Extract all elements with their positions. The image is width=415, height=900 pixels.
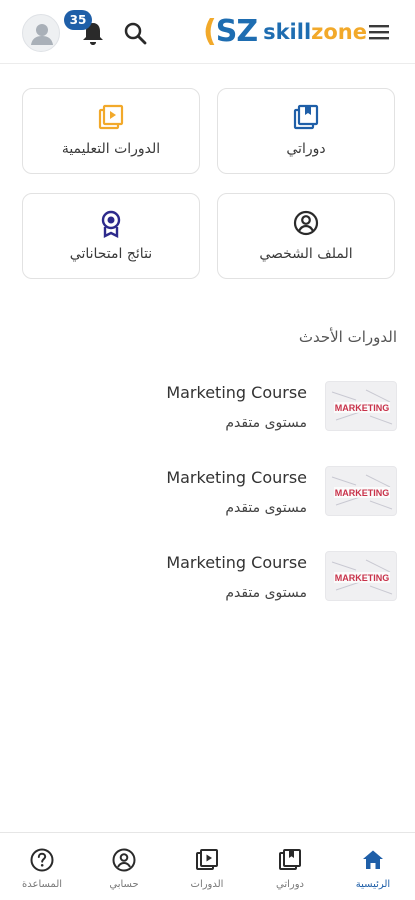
tile-educational-courses[interactable]: الدورات التعليمية [22,88,200,174]
tile-profile[interactable]: الملف الشخصي [217,193,395,279]
tile-my-courses[interactable]: دوراتي [217,88,395,174]
svg-text:MARKETING: MARKETING [335,403,390,413]
profile-icon [293,210,319,236]
tile-label: الملف الشخصي [259,246,353,262]
my-courses-icon [293,104,319,130]
app-header: 35 (SZ skillzone [0,0,415,64]
hamburger-menu-icon [369,25,389,40]
course-thumbnail: MARKETING [325,551,397,601]
tile-label: نتائج امتحاناتي [69,246,153,262]
course-level: مستوى متقدم [225,500,307,516]
nav-item-courses[interactable]: الدورات [172,845,242,895]
nav-label: المساعدة [21,879,63,890]
nav-label: الرئيسية [355,879,391,890]
marketing-thumbnail-image: MARKETING [331,389,393,425]
help-icon [30,848,54,872]
nav-item-help[interactable]: المساعدة [7,845,77,895]
nav-item-account[interactable]: حسابي [89,845,159,895]
logo-text: skillzone [263,20,367,44]
nav-label: حسابي [109,879,139,890]
marketing-thumbnail-image: MARKETING [331,559,393,595]
course-thumbnail: MARKETING [325,466,397,516]
marketing-thumbnail-image: MARKETING [331,474,393,510]
course-card[interactable]: MARKETING Marketing Course مستوى متقدم [0,551,415,621]
tile-my-exam-results[interactable]: نتائج امتحاناتي [22,193,200,279]
nav-item-home[interactable]: الرئيسية [338,845,408,895]
search-icon [124,22,147,45]
nav-label: دوراتي [275,879,304,890]
tile-label: الدورات التعليمية [61,141,161,157]
home-icon [363,850,383,869]
section-title-latest: الدورات الأحدث [298,328,397,346]
user-silhouette-icon [31,24,53,45]
svg-text:MARKETING: MARKETING [335,573,390,583]
nav-label: الدورات [190,879,224,890]
my-courses-icon [279,849,301,870]
search-button[interactable] [121,19,149,47]
logo-mark: (SZ [203,14,258,49]
nav-item-my-courses[interactable]: دوراتي [255,845,325,895]
course-thumbnail: MARKETING [325,381,397,431]
course-card[interactable]: MARKETING Marketing Course مستوى متقدم [0,381,415,451]
notification-badge: 35 [64,10,92,30]
course-title: Marketing Course [166,553,307,572]
menu-button[interactable] [366,20,392,44]
course-title: Marketing Course [166,383,307,402]
course-level: مستوى متقدم [225,415,307,431]
award-icon [101,210,121,238]
svg-text:MARKETING: MARKETING [335,488,390,498]
course-level: مستوى متقدم [225,585,307,601]
play-icon [196,849,218,870]
play-library-icon [98,104,124,130]
avatar[interactable] [22,14,60,52]
tile-label: دوراتي [286,141,326,157]
skillzone-logo: (SZ skillzone [203,14,367,50]
bottom-navigation: المساعدة حسابي الدورات دوراتي الرئيسية [0,832,415,900]
course-card[interactable]: MARKETING Marketing Course مستوى متقدم [0,466,415,536]
account-icon [112,848,136,872]
course-title: Marketing Course [166,468,307,487]
